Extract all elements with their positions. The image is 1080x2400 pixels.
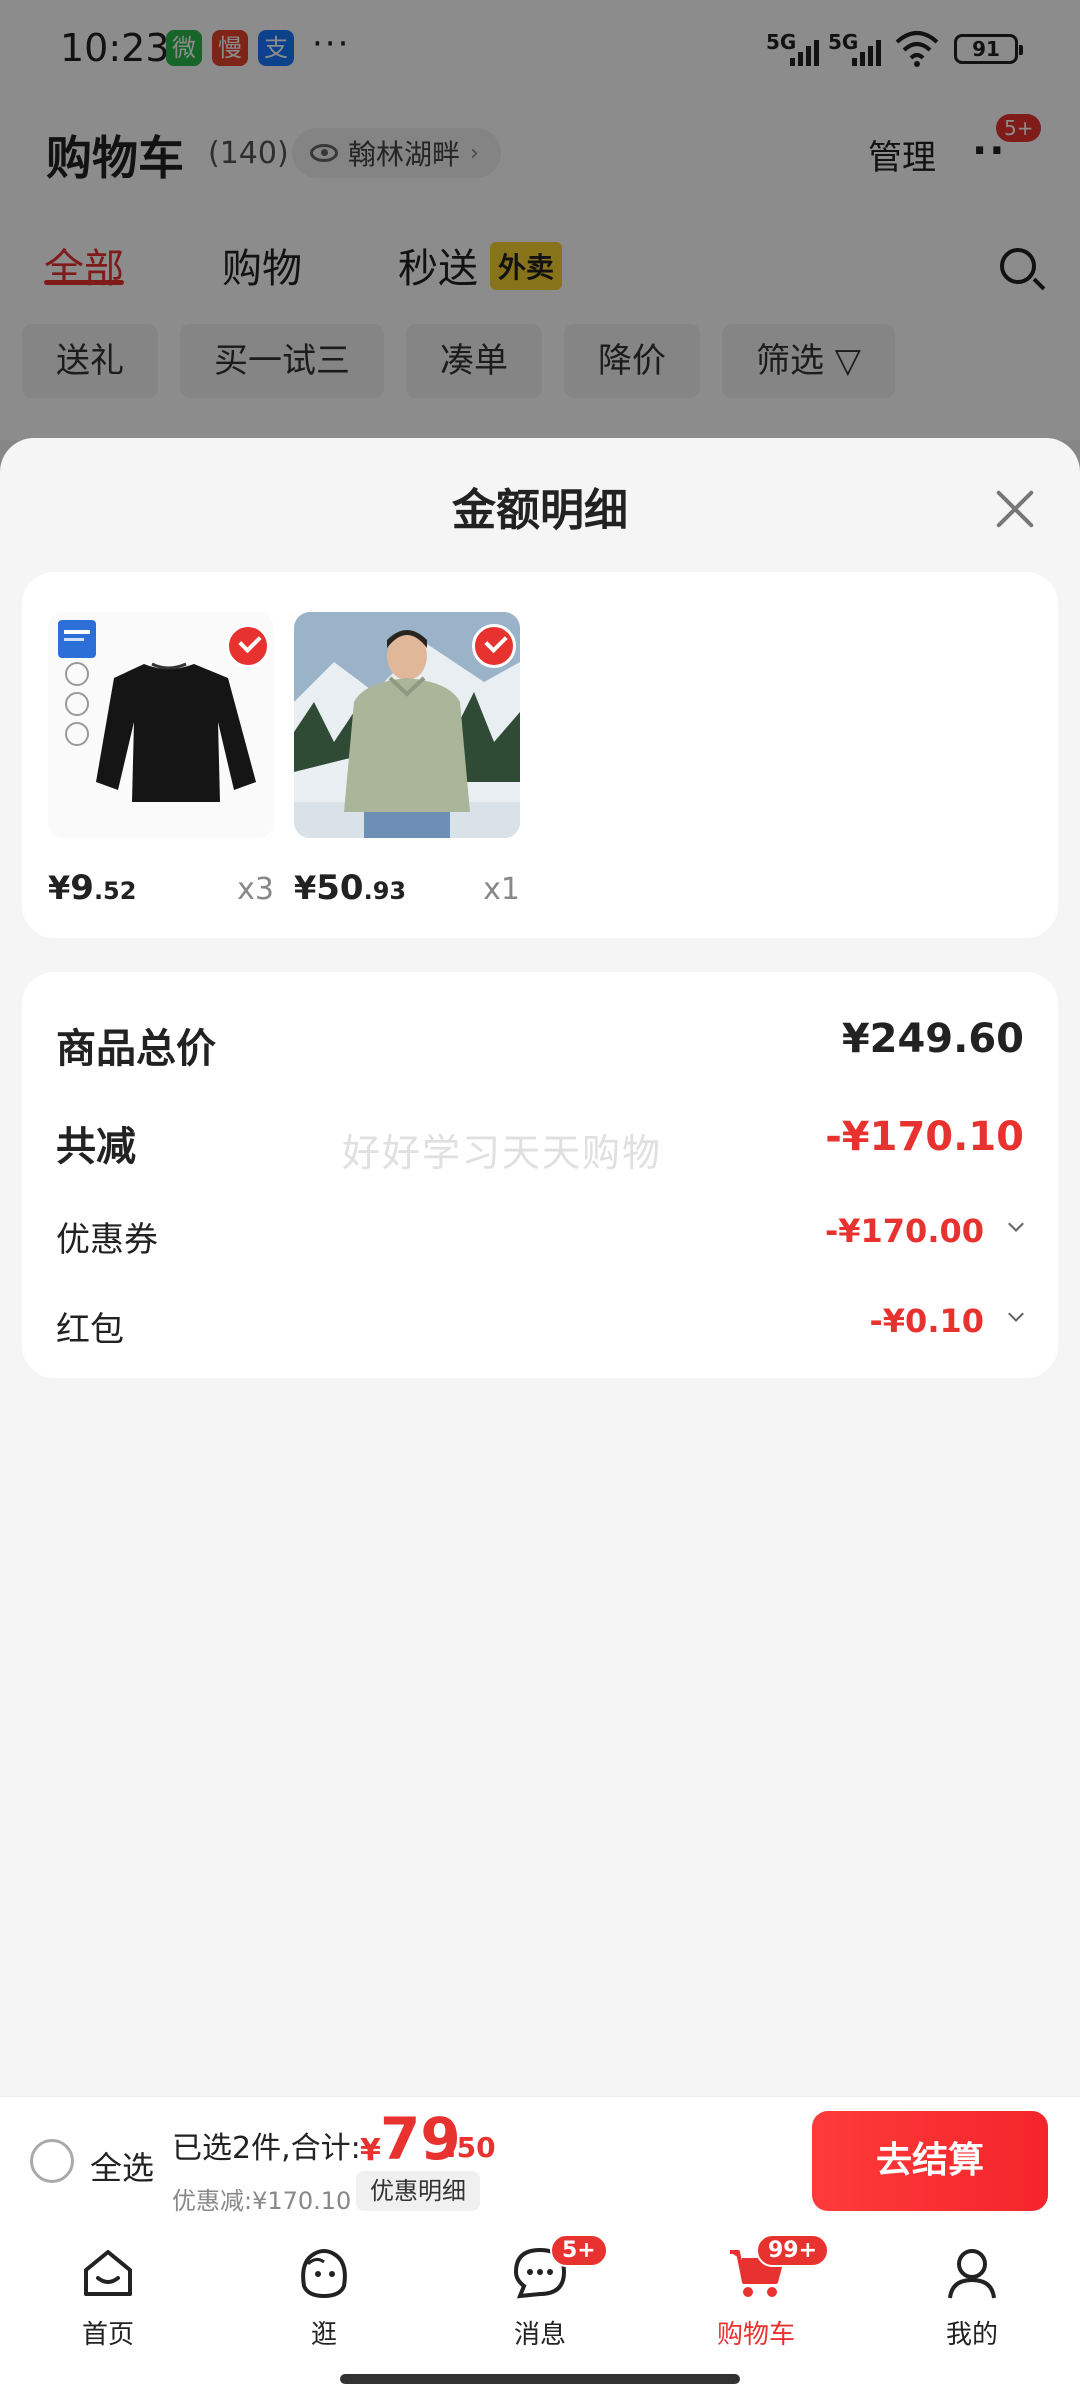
red-packet-row[interactable]: 红包 -¥0.10 (56, 1302, 1024, 1350)
messages-badge: 5+ (550, 2234, 608, 2267)
nav-messages-label: 消息 (513, 2320, 566, 2350)
close-icon[interactable] (990, 484, 1040, 534)
select-all-label[interactable]: 全选 (90, 2143, 154, 2189)
selected-check-icon[interactable] (226, 624, 270, 668)
red-packet-label: 红包 (56, 1310, 124, 1350)
profile-icon (948, 2249, 996, 2299)
product-price: ¥9.52 (48, 868, 137, 908)
nav-home-label: 首页 (81, 2320, 134, 2350)
sheet-title: 金额明细 (452, 485, 628, 536)
total-reduction-value: -¥170.10 (825, 1114, 1024, 1160)
nav-profile[interactable]: 我的 (902, 2242, 1042, 2351)
product-item[interactable]: ¥9.52 x3 (48, 612, 274, 908)
coupon-label: 优惠券 (56, 1220, 158, 1260)
nav-browse[interactable]: 逛 (254, 2242, 394, 2351)
total-price-value: ¥249.60 (841, 1016, 1024, 1062)
nav-cart-label: 购物车 (716, 2320, 795, 2350)
total-reduction-label: 共减 (56, 1124, 136, 1170)
nav-home[interactable]: 首页 (38, 2242, 178, 2351)
select-all-checkbox[interactable] (30, 2139, 74, 2183)
home-indicator[interactable] (340, 2374, 740, 2384)
total-currency-symbol: ¥ (360, 2133, 381, 2168)
selected-products-card: ¥9.52 x3 ¥50.93 x1 (22, 572, 1058, 938)
selected-count-text: 已选2件,合计: (172, 2131, 361, 2166)
selected-check-icon[interactable] (472, 624, 516, 668)
total-reduction-row: 共减 -¥170.10 (56, 1114, 1024, 1170)
product-image (48, 612, 274, 838)
discount-detail-button[interactable]: 优惠明细 (356, 2171, 480, 2211)
nav-profile-label: 我的 (945, 2320, 998, 2350)
total-price-label: 商品总价 (56, 1026, 216, 1072)
price-summary-card: 好好学习天天购物 商品总价 ¥249.60 共减 -¥170.10 优惠券 -¥… (22, 972, 1058, 1378)
coupon-value: -¥170.00 (824, 1212, 984, 1250)
product-image (294, 612, 520, 838)
chevron-down-icon (1008, 1216, 1024, 1232)
browse-icon (301, 2249, 347, 2299)
cart-badge: 99+ (756, 2234, 830, 2267)
nav-cart[interactable]: 99+ 购物车 (686, 2234, 830, 2351)
product-item[interactable]: ¥50.93 x1 (294, 612, 520, 908)
home-icon (84, 2250, 132, 2296)
product-quantity: x1 (483, 872, 520, 907)
checkout-bar: 全选 已选2件,合计: ¥ 79 .50 优惠减:¥170.10 优惠明细 去结… (0, 2096, 1080, 2226)
nav-browse-label: 逛 (310, 2320, 337, 2350)
discount-text: 优惠减:¥170.10 (172, 2187, 352, 2215)
chevron-down-icon (1008, 1306, 1024, 1322)
product-quantity: x3 (237, 872, 274, 907)
product-price: ¥50.93 (294, 868, 407, 908)
total-amount-decimal: .50 (446, 2131, 496, 2164)
nav-messages[interactable]: 5+ 消息 (470, 2234, 610, 2351)
checkout-button[interactable]: 去结算 (812, 2111, 1048, 2211)
coupon-row[interactable]: 优惠券 -¥170.00 (56, 1212, 1024, 1260)
total-price-row: 商品总价 ¥249.60 (56, 1016, 1024, 1072)
red-packet-value: -¥0.10 (869, 1302, 985, 1340)
